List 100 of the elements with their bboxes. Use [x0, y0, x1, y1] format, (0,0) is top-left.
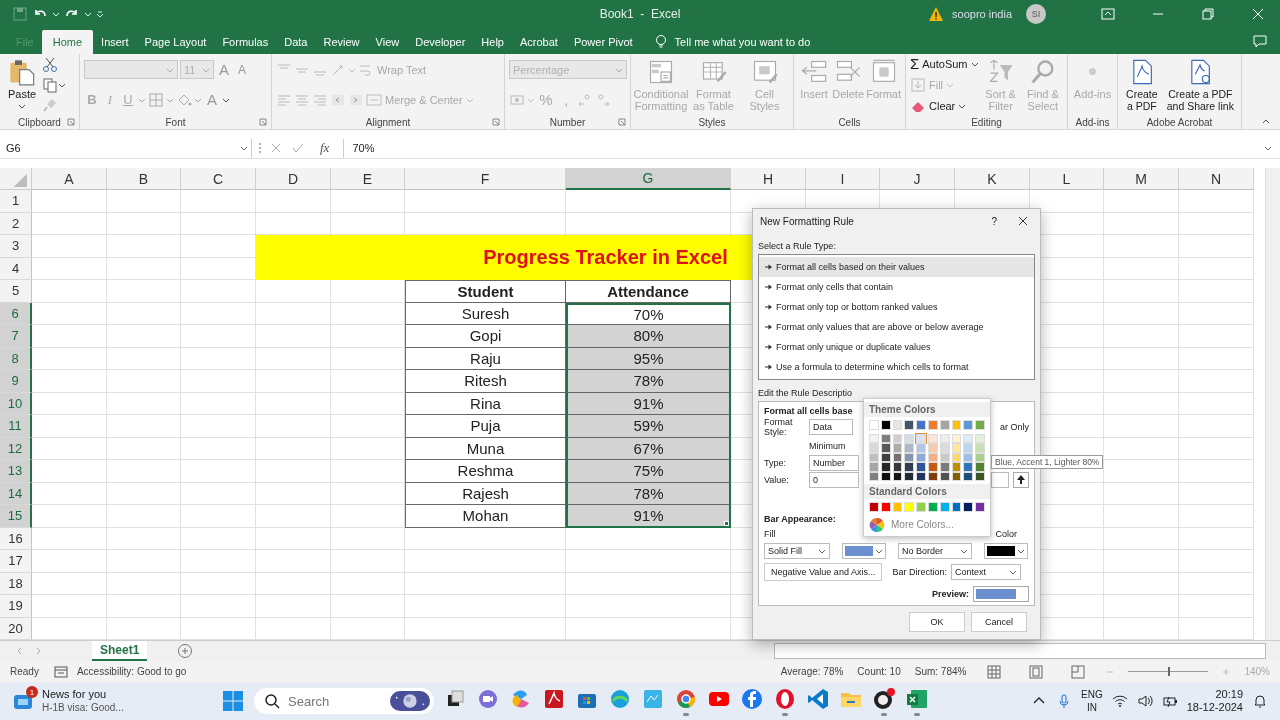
news-title[interactable]: News for you	[42, 688, 124, 701]
row-header[interactable]: 19	[0, 595, 32, 618]
row-header[interactable]: 14	[0, 482, 32, 505]
rule-type-item[interactable]: Format only top or bottom ranked values	[759, 297, 1034, 317]
rule-type-item[interactable]: Use a formula to determine which cells to format	[759, 357, 1034, 377]
section-label: Edit the Rule Descriptio	[758, 388, 854, 398]
row-header[interactable]: 1	[0, 190, 32, 213]
rule-type-item[interactable]: Format only unique or duplicate values	[759, 337, 1034, 357]
bar-direction-dropdown[interactable]: Context	[951, 564, 1021, 581]
palette-heading: Theme Colors	[864, 402, 990, 417]
table-cell[interactable]: 67%	[566, 437, 731, 460]
row-header[interactable]: 16	[0, 527, 32, 550]
clear-button[interactable]: Clear	[910, 96, 979, 115]
table-cell: Gopi	[405, 325, 566, 348]
table-cell: Suresh	[405, 302, 566, 325]
field-label: Fill	[764, 528, 776, 539]
table-cell[interactable]: 78%	[566, 482, 731, 505]
sheet-tab[interactable]: Sheet1	[92, 641, 148, 661]
ribbon-tab[interactable]: Acrobat	[511, 30, 566, 54]
table-cell[interactable]: 59%	[566, 415, 731, 438]
column-header[interactable]: G	[566, 168, 731, 190]
negative-value-button[interactable]: Negative Value and Axis...	[764, 563, 883, 582]
row-header[interactable]: 13	[0, 460, 32, 483]
field-label: Format Style:	[764, 417, 794, 438]
format-style-dropdown[interactable]: Data	[809, 419, 853, 436]
row-header[interactable]: 11	[0, 415, 32, 438]
table-cell[interactable]: 78%	[566, 370, 731, 393]
column-header[interactable]: E	[331, 168, 405, 190]
rule-type-item[interactable]: Format only cells that contain	[759, 277, 1034, 297]
autosum-button[interactable]: Σ AutoSum	[910, 54, 979, 73]
name-box[interactable]: G6	[0, 138, 252, 158]
column-header[interactable]: C	[181, 168, 256, 190]
ribbon-tab[interactable]: Home	[41, 30, 94, 54]
column-header[interactable]: J	[880, 168, 955, 190]
table-cell: Reshma	[405, 460, 566, 483]
row-header[interactable]: 6	[0, 302, 32, 325]
news-headline[interactable]: H-1B visa: Good...	[42, 701, 124, 714]
language-label[interactable]: ENG	[1081, 688, 1103, 701]
user-name[interactable]: soopro india	[952, 8, 1012, 20]
table-cell[interactable]: 75%	[566, 460, 731, 483]
column-header[interactable]: B	[107, 168, 181, 190]
row-header[interactable]: 3	[0, 235, 32, 258]
row-header[interactable]: 12	[0, 437, 32, 460]
row-header[interactable]: 4	[0, 257, 32, 280]
table-cell[interactable]: 95%	[566, 347, 731, 370]
ribbon-tab[interactable]: Formulas	[214, 30, 277, 54]
column-header[interactable]: K	[955, 168, 1030, 190]
help-button[interactable]: ?	[991, 215, 997, 227]
paste-button[interactable]: Paste	[4, 55, 40, 114]
row-header[interactable]: 7	[0, 325, 32, 348]
row-header[interactable]: 2	[0, 212, 32, 235]
table-cell[interactable]: 91%	[566, 505, 731, 528]
column-header[interactable]: I	[806, 168, 880, 190]
region-label[interactable]: IN	[1086, 701, 1097, 714]
rule-type-item[interactable]: Format only values that are above or below average	[759, 317, 1034, 337]
column-header[interactable]: N	[1179, 168, 1254, 190]
clock-date[interactable]: 18-12-2024	[1186, 701, 1243, 714]
ribbon-tab[interactable]: Power Pivot	[565, 30, 641, 54]
cancel-button[interactable]: Cancel	[971, 612, 1027, 632]
column-header[interactable]: M	[1104, 168, 1179, 190]
ribbon-tab[interactable]: Page Layout	[136, 30, 215, 54]
formula-field[interactable]: 70%	[343, 138, 1258, 158]
column-header[interactable]: H	[731, 168, 806, 190]
checkbox-label[interactable]: ar Only	[1000, 422, 1029, 433]
rule-type-item[interactable]: Format all cells based on their values	[759, 257, 1034, 277]
ribbon-tab[interactable]: View	[367, 30, 408, 54]
ribbon-tab[interactable]: Insert	[93, 30, 137, 54]
fill-type-dropdown[interactable]: Solid Fill	[764, 542, 830, 559]
column-header[interactable]: D	[256, 168, 331, 190]
row-header[interactable]: 5	[0, 280, 32, 303]
minimum-type-dropdown[interactable]: Number	[809, 454, 859, 471]
insert-function-button[interactable]: fx	[320, 140, 330, 156]
row-header[interactable]: 15	[0, 505, 32, 528]
row-header[interactable]: 20	[0, 617, 32, 640]
column-header[interactable]: F	[405, 168, 566, 190]
column-header[interactable]: A	[32, 168, 107, 190]
table-cell: Muna	[405, 437, 566, 460]
tell-me-search[interactable]: Tell me what you want to do	[674, 30, 811, 54]
row-header[interactable]: 8	[0, 347, 32, 370]
more-colors-link[interactable]: More Colors...	[891, 519, 954, 530]
table-cell[interactable]: 91%	[566, 392, 731, 415]
ok-button[interactable]: OK	[909, 612, 965, 632]
table-cell[interactable]: 80%	[566, 325, 731, 348]
clock-time[interactable]: 20:19	[1215, 688, 1243, 701]
ribbon-tab[interactable]: Developer	[407, 30, 474, 54]
column-header[interactable]: L	[1030, 168, 1104, 190]
row-header[interactable]: 9	[0, 370, 32, 393]
border-type-dropdown[interactable]: No Border	[898, 542, 972, 559]
ribbon-tab[interactable]: Data	[276, 30, 316, 54]
row-header[interactable]: 10	[0, 392, 32, 415]
table-cell[interactable]: 70%	[566, 302, 731, 325]
user-avatar[interactable]: SI	[1026, 4, 1046, 24]
ribbon-button[interactable]: Create a PDF	[1122, 55, 1162, 114]
minimum-value-field[interactable]: 0	[809, 471, 859, 488]
row-header[interactable]: 17	[0, 550, 32, 573]
ribbon-tab[interactable]: Review	[315, 30, 368, 54]
ribbon-button[interactable]: Create a PDF and Share link	[1163, 55, 1237, 114]
ribbon-tab[interactable]: Help	[473, 30, 512, 54]
accessibility-status[interactable]: Accessibility: Good to go	[76, 666, 187, 677]
row-header[interactable]: 18	[0, 572, 32, 595]
